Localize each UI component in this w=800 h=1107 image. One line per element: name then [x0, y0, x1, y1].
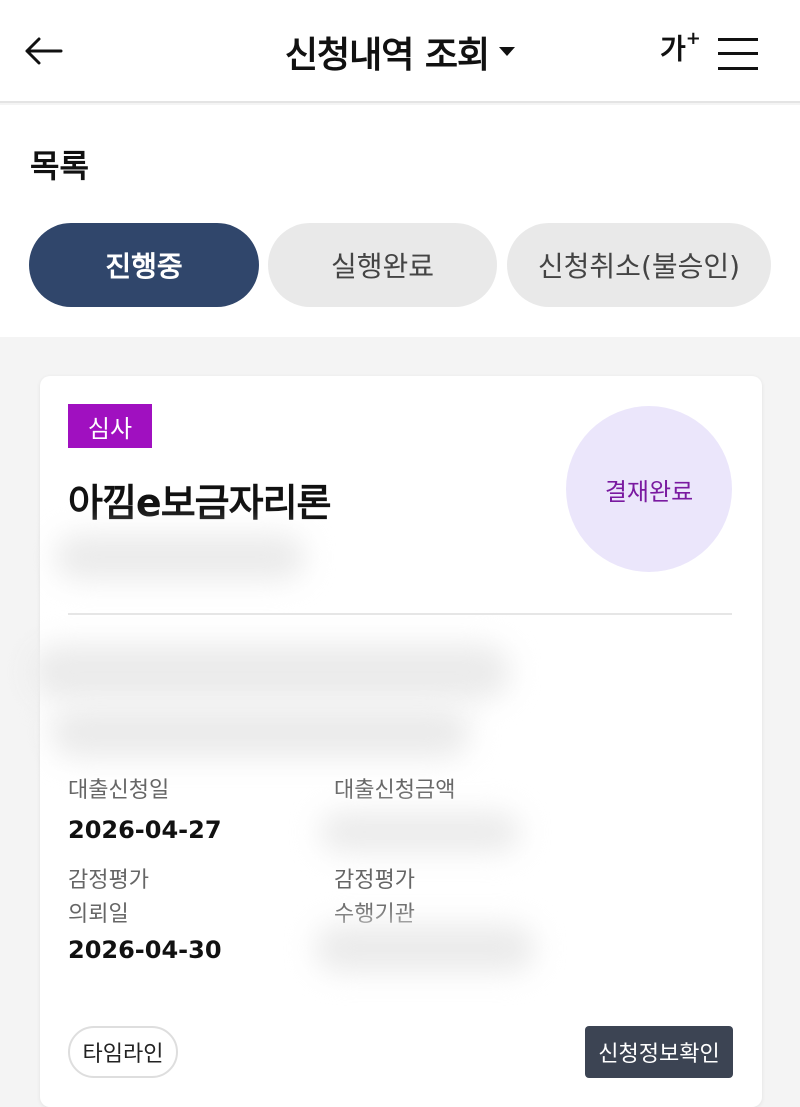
filter-section: 목록 진행중 실행완료 신청취소(불승인) [0, 105, 800, 337]
status-badge: 심사 [68, 404, 152, 448]
redacted-area [55, 534, 305, 580]
tab-in-progress[interactable]: 진행중 [29, 223, 259, 307]
appraisal-request-label-line2: 의뢰일 [68, 902, 129, 927]
appraisal-request-date: 2026-04-30 [68, 936, 222, 964]
approval-status: 결재완료 [566, 406, 732, 572]
appraisal-agency-label-line1: 감정평가 [334, 868, 415, 893]
appraisal-agency-label: 감정평가 수행기관 [334, 864, 415, 932]
appraisal-request-date-label: 감정평가 의뢰일 [68, 864, 149, 932]
plus-icon: + [685, 28, 701, 49]
hamburger-line-icon [718, 52, 758, 55]
application-card: 심사 아낌e보금자리론 결재완료 대출신청일 2026-04-27 대출신청금액… [30, 376, 762, 1107]
product-name: 아낌e보금자리론 [68, 481, 331, 525]
tab-cancelled[interactable]: 신청취소(불승인) [507, 223, 771, 307]
redacted-area [315, 924, 535, 972]
app-header: 신청내역 조회 가+ [0, 0, 800, 103]
menu-button[interactable] [712, 34, 760, 74]
font-size-button[interactable]: 가+ [660, 30, 701, 66]
font-size-label: 가 [660, 32, 686, 66]
hamburger-line-icon [718, 67, 758, 70]
redacted-area [320, 812, 520, 852]
page-title: 신청내역 조회 [284, 35, 490, 76]
redacted-area [50, 706, 470, 758]
section-title: 목록 [30, 147, 89, 185]
timeline-button[interactable]: 타임라인 [68, 1026, 178, 1078]
caret-down-icon [499, 46, 516, 56]
view-application-info-button[interactable]: 신청정보확인 [585, 1026, 733, 1078]
loan-application-date: 2026-04-27 [68, 816, 222, 844]
divider [68, 613, 732, 615]
hamburger-line-icon [718, 38, 758, 41]
tab-completed[interactable]: 실행완료 [268, 223, 497, 307]
appraisal-request-label-line1: 감정평가 [68, 868, 149, 893]
loan-amount-label: 대출신청금액 [334, 778, 456, 803]
redacted-area [30, 644, 510, 700]
loan-application-date-label: 대출신청일 [68, 778, 170, 803]
